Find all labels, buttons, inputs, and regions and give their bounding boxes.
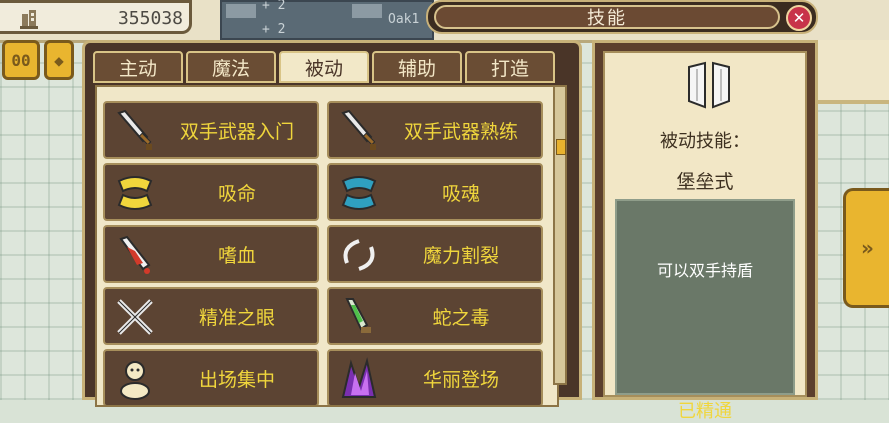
jaw-icon — [341, 176, 377, 210]
skill-cell[interactable]: 嗜血 — [103, 225, 319, 283]
skill-label: 魔力割裂 — [422, 244, 499, 267]
skill-status: 已精通 — [678, 401, 732, 422]
skill-label: 嗜血 — [217, 244, 256, 267]
skill-cell[interactable]: 双手武器入门 — [103, 101, 319, 159]
wall-strip — [816, 40, 889, 104]
skill-cell[interactable]: 魔力割裂 — [327, 225, 543, 283]
skill-label: 吸命 — [217, 182, 256, 205]
skill-label: 华丽登场 — [422, 368, 499, 391]
currency-panel: 355038 — [0, 0, 192, 34]
slot-name: Oak1 — [388, 12, 420, 27]
double-arrow-icon: » — [861, 236, 874, 260]
menu-button[interactable]: ◆ — [44, 40, 74, 80]
tab-crafting[interactable]: 打造 — [465, 51, 555, 83]
title-bar: 技能 ✕ — [426, 0, 818, 34]
skill-scrollbar[interactable] — [553, 85, 567, 385]
skill-cell[interactable]: 蛇之毒 — [327, 287, 543, 345]
jaw-icon — [117, 176, 153, 210]
building-icon — [20, 10, 38, 29]
quick-slot[interactable] — [226, 4, 256, 18]
cross-swords-icon — [117, 299, 153, 335]
slot-count: + 2 — [262, 0, 286, 13]
sword-icon — [117, 109, 152, 150]
blood-blade-icon — [119, 235, 151, 274]
next-page-button[interactable]: » — [843, 188, 889, 308]
tab-active-skills[interactable]: 主动 — [93, 51, 183, 83]
shield-icon — [688, 61, 730, 109]
skill-cell[interactable]: 双手武器熟练 — [327, 101, 543, 159]
spirit-icon — [120, 361, 150, 400]
skill-description-box: 可以双手持盾 已精通 — [615, 199, 795, 422]
poison-dagger-icon — [345, 298, 371, 333]
tab-support[interactable]: 辅助 — [372, 51, 462, 83]
page-title: 技能 — [434, 5, 780, 29]
skill-label: 精准之眼 — [198, 306, 275, 329]
skill-cell[interactable]: 吸命 — [103, 163, 319, 221]
scrollbar-thumb[interactable] — [556, 139, 566, 155]
skill-cell[interactable]: 吸魂 — [327, 163, 543, 221]
sword-icon — [341, 109, 376, 150]
tab-magic[interactable]: 魔法 — [186, 51, 276, 83]
skill-cell[interactable]: 出场集中 — [103, 349, 319, 405]
slot-count: + 2 — [262, 22, 286, 37]
skill-type-label: 被动技能： — [660, 131, 750, 152]
skill-cell[interactable]: 精准之眼 — [103, 287, 319, 345]
skill-label: 吸魂 — [441, 182, 480, 205]
purple-flame-icon — [341, 357, 377, 398]
skill-detail-inner: 被动技能： 堡垒式 可以双手持盾 已精通 — [603, 51, 807, 422]
pause-button[interactable]: 00 — [2, 40, 40, 80]
skill-detail-panel: 被动技能： 堡垒式 可以双手持盾 已精通 — [592, 40, 818, 422]
pause-label: 00 — [11, 50, 31, 70]
skill-cell[interactable]: 华丽登场 — [327, 349, 543, 405]
skill-description: 可以双手持盾 — [656, 261, 753, 280]
close-button[interactable]: ✕ — [786, 5, 812, 31]
quick-slot[interactable] — [352, 4, 382, 18]
skill-label: 双手武器入门 — [179, 120, 294, 143]
tab-passive[interactable]: 被动 — [279, 51, 369, 83]
arc-icon — [343, 239, 375, 271]
skill-tabs: 主动 魔法 被动 辅助 打造 — [93, 51, 555, 83]
skill-window: 主动 魔法 被动 辅助 打造 双手武器入门 双手武器熟练 吸命 吸魂 嗜血 魔力… — [82, 40, 582, 407]
skill-label: 蛇之毒 — [432, 306, 490, 329]
menu-label: ◆ — [54, 50, 64, 70]
skill-grid[interactable]: 双手武器入门 双手武器熟练 吸命 吸魂 嗜血 魔力割裂 精准之眼 蛇之毒 出场集… — [95, 85, 559, 407]
quick-slots[interactable]: + 2 Oak1 + 2 — [220, 0, 434, 40]
skill-label: 双手武器熟练 — [403, 120, 518, 143]
skill-name: 堡垒式 — [676, 171, 734, 193]
coin-amount: 355038 — [117, 8, 183, 29]
skill-label: 出场集中 — [198, 368, 275, 391]
close-icon: ✕ — [792, 9, 806, 27]
